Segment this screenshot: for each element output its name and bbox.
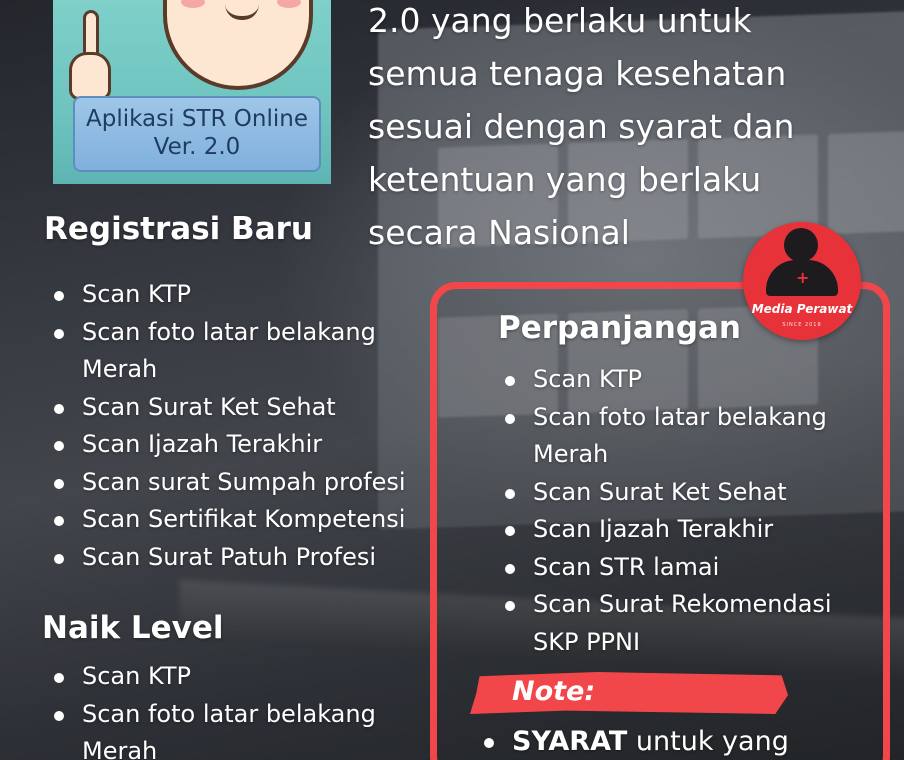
intro-line: semua tenaga kesehatan <box>368 54 787 93</box>
bullet-icon <box>484 737 494 748</box>
note-label: Note: <box>512 676 596 707</box>
note-item: SYARAT untuk yang <box>484 726 789 757</box>
note-item-text: untuk yang <box>627 726 789 757</box>
list-item: Scan STR lamai <box>505 549 875 587</box>
naik-level-list: Scan KTP Scan foto latar belakang Merah <box>54 658 434 760</box>
list-item: Scan Ijazah Terakhir <box>505 511 875 549</box>
logo-line-2: Ver. 2.0 <box>153 134 241 160</box>
cheek-icon <box>181 0 205 8</box>
medical-cross-icon: + <box>796 268 810 287</box>
list-item: Scan foto latar belakang Merah <box>54 314 434 389</box>
list-item: Scan KTP <box>54 276 434 314</box>
logo-line-1: Aplikasi STR Online <box>86 106 308 132</box>
list-item: Scan Sertifikat Kompetensi <box>54 501 434 539</box>
hand-icon <box>69 52 111 100</box>
intro-paragraph: 2.0 yang berlaku untuk semua tenaga kese… <box>368 0 818 259</box>
list-item: Scan KTP <box>54 658 434 696</box>
list-item: Scan foto latar belakang Merah <box>54 696 434 760</box>
perpanjangan-list: Scan KTP Scan foto latar belakang Merah … <box>505 361 875 661</box>
intro-line: sesuai dengan syarat dan <box>368 107 795 146</box>
registrasi-baru-list: Scan KTP Scan foto latar belakang Merah … <box>54 276 434 576</box>
nurse-head-icon <box>784 228 818 262</box>
media-perawat-logo: + Media Perawat SINCE 2018 <box>743 222 861 340</box>
logo-badge: Aplikasi STR Online Ver. 2.0 <box>73 96 321 172</box>
intro-line: 2.0 yang berlaku untuk <box>368 1 752 40</box>
list-item: Scan Surat Ket Sehat <box>54 389 434 427</box>
list-item: Scan KTP <box>505 361 875 399</box>
smile-icon <box>225 4 259 20</box>
list-item: Scan foto latar belakang Merah <box>505 399 875 474</box>
note-item-bold: SYARAT <box>512 726 628 757</box>
list-item: Scan Surat Patuh Profesi <box>54 539 434 577</box>
list-item: Scan Ijazah Terakhir <box>54 426 434 464</box>
app-logo: Aplikasi STR Online Ver. 2.0 <box>53 0 331 184</box>
list-item: Scan Surat Rekomendasi SKP PPNI <box>505 586 875 661</box>
list-item: Scan Surat Ket Sehat <box>505 474 875 512</box>
nurse-face-icon <box>163 0 313 90</box>
registrasi-baru-heading: Registrasi Baru <box>44 211 313 247</box>
media-badge-since: SINCE 2018 <box>782 322 822 328</box>
media-badge-name: Media Perawat <box>751 302 853 316</box>
list-item: Scan surat Sumpah profesi <box>54 464 434 502</box>
cheek-icon <box>277 0 301 8</box>
intro-line: ketentuan yang berlaku <box>368 160 762 199</box>
naik-level-heading: Naik Level <box>42 610 224 646</box>
perpanjangan-heading: Perpanjangan <box>498 310 742 346</box>
